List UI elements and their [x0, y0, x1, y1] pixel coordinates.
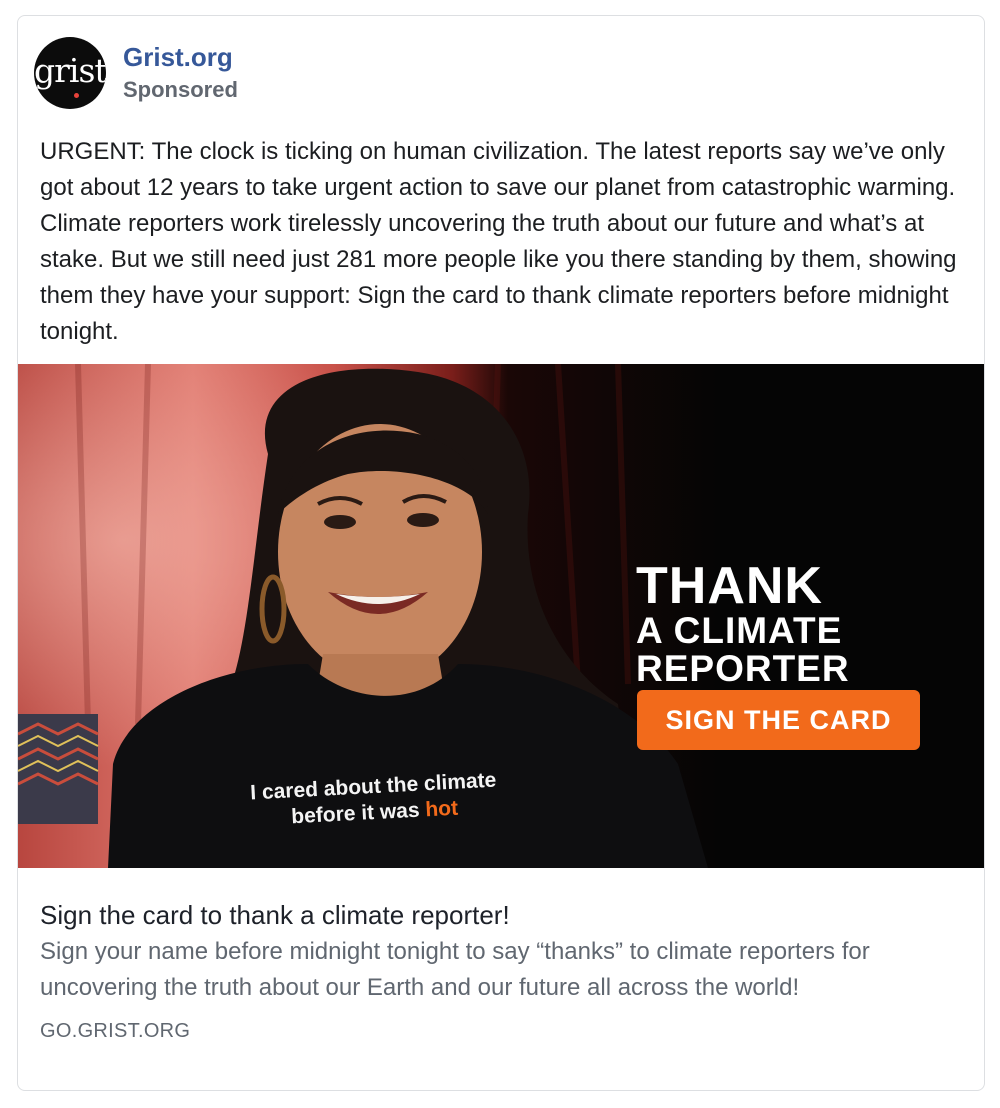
post-header: grist Grist.org Sponsored	[34, 37, 934, 113]
ad-headline-line1: THANK	[636, 557, 823, 615]
shirt-slogan-line2: before it was	[290, 798, 421, 829]
sign-the-card-button[interactable]: SIGN THE CARD	[637, 690, 920, 750]
grist-logo-text: grist	[34, 51, 106, 90]
post-body-text: URGENT: The clock is ticking on human ci…	[40, 138, 957, 345]
logo-dot-icon	[74, 93, 79, 98]
page-avatar[interactable]: grist	[34, 37, 106, 109]
sponsored-post-card: grist Grist.org Sponsored URGENT: The cl…	[17, 15, 985, 1091]
link-description: Sign your name before midnight tonight t…	[40, 938, 870, 1001]
link-domain: GO.GRIST.ORG	[40, 1020, 191, 1042]
link-title[interactable]: Sign the card to thank a climate reporte…	[40, 900, 510, 931]
link-preview[interactable]: Sign the card to thank a climate reporte…	[18, 868, 984, 1090]
ad-headline-line2: A CLIMATE	[636, 610, 843, 651]
ad-headline-line3: REPORTER	[636, 648, 850, 689]
ad-image[interactable]: I cared about the climate before it was …	[18, 364, 984, 868]
ad-headline: THANK A CLIMATE REPORTER	[636, 560, 966, 688]
shirt-slogan-highlight: hot	[424, 796, 459, 822]
page-name-link[interactable]: Grist.org	[123, 42, 233, 73]
sponsored-label[interactable]: Sponsored	[123, 77, 238, 103]
